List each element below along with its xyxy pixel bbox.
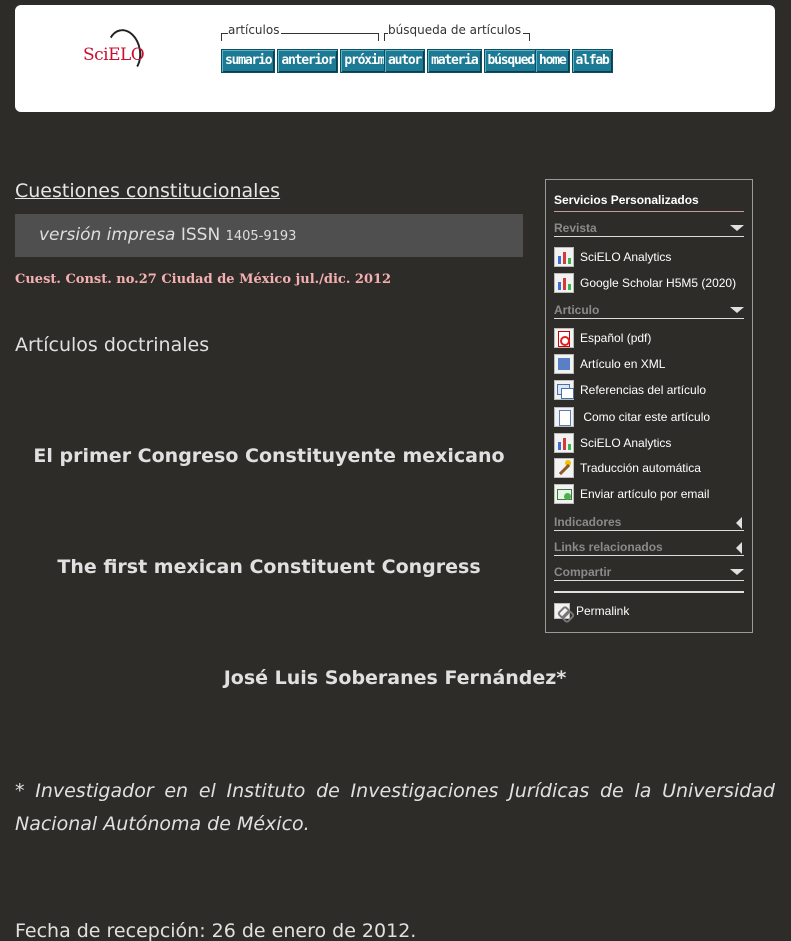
- journal-citation: Cuest. Const. no.27 Ciudad de México jul…: [15, 272, 392, 287]
- sidebar-item-google-scholar[interactable]: Google Scholar H5M5 (2020): [554, 273, 736, 293]
- sidebar-item-email[interactable]: Enviar artículo por email: [554, 484, 709, 504]
- article-title-es: El primer Congreso Constituyente mexican…: [33, 445, 505, 467]
- bar-chart-icon: [554, 247, 574, 267]
- link-icon: [554, 603, 570, 619]
- indicadores-heading-label: Indicadores: [554, 515, 622, 529]
- sidebar-item-scielo-analytics-articulo[interactable]: SciELO Analytics: [554, 433, 671, 453]
- received-date: Fecha de recepción: 26 de enero de 2012.: [15, 920, 417, 941]
- author-footnote: * Investigador en el Instituto de Invest…: [15, 780, 775, 835]
- compartir-heading-label: Compartir: [554, 565, 612, 579]
- home-button[interactable]: home: [535, 49, 570, 73]
- sidebar-item-cite[interactable]: Como citar este artículo: [554, 407, 710, 427]
- collapse-arrow-icon: [736, 542, 742, 554]
- issn-bar: versión impresa ISSN 1405-9193: [15, 214, 523, 257]
- sidebar-item-label: Enviar artículo por email: [580, 487, 710, 501]
- services-sidebar: Servicios Personalizados Revista SciELO …: [545, 179, 753, 633]
- sidebar-title-divider: [554, 211, 744, 212]
- document-icon: [554, 407, 574, 427]
- anterior-button[interactable]: anterior: [277, 49, 339, 73]
- section-heading: Artículos doctrinales: [15, 334, 210, 356]
- sidebar-item-scielo-analytics-revista[interactable]: SciELO Analytics: [554, 247, 671, 267]
- pdf-icon: [554, 328, 574, 348]
- xml-icon: [554, 354, 574, 374]
- sidebar-item-label: Google Scholar H5M5 (2020): [580, 276, 737, 290]
- sidebar-item-label: Traducción automática: [580, 461, 701, 475]
- chevron-down-icon: [730, 225, 744, 231]
- header-bar: SciELO artículos sumario anterior próxim…: [15, 5, 775, 112]
- links-heading[interactable]: Links relacionados: [554, 540, 744, 556]
- autor-button[interactable]: autor: [384, 49, 426, 73]
- sidebar-item-label: SciELO Analytics: [580, 436, 672, 450]
- chevron-down-icon: [730, 307, 744, 313]
- articulo-heading-label: Articulo: [554, 303, 600, 317]
- article-author: José Luis Soberanes Fernández*: [223, 667, 567, 689]
- journal-title-link[interactable]: Cuestiones constitucionales: [15, 180, 280, 202]
- materia-button[interactable]: materia: [427, 49, 482, 73]
- busqueda-label: búsqueda de artículos: [388, 23, 524, 37]
- sidebar-item-permalink[interactable]: Permalink: [554, 601, 629, 621]
- sidebar-item-label: Permalink: [576, 604, 630, 618]
- sidebar-item-label: Artículo en XML: [580, 357, 666, 371]
- revista-heading[interactable]: Revista: [554, 221, 744, 237]
- sumario-button[interactable]: sumario: [221, 49, 276, 73]
- sidebar-item-xml[interactable]: Artículo en XML: [554, 354, 665, 374]
- magic-wand-icon: [554, 458, 574, 478]
- indicadores-heading[interactable]: Indicadores: [554, 515, 744, 531]
- sidebar-item-label: Español (pdf): [580, 331, 652, 345]
- issn-edition: versión impresa: [39, 225, 176, 245]
- compartir-heading[interactable]: Compartir: [554, 565, 744, 581]
- bar-chart-icon: [554, 433, 574, 453]
- sidebar-item-pdf[interactable]: Español (pdf): [554, 328, 651, 348]
- revista-heading-label: Revista: [554, 221, 597, 235]
- chevron-down-icon: [730, 569, 744, 575]
- sidebar-item-label: Como citar este artículo: [580, 410, 711, 424]
- articulo-heading[interactable]: Articulo: [554, 303, 744, 319]
- article-title-en: The first mexican Constituent Congress: [57, 556, 481, 578]
- issn-number: 1405-9193: [225, 229, 297, 244]
- sidebar-item-label: SciELO Analytics: [580, 250, 672, 264]
- scielo-logo[interactable]: SciELO: [83, 23, 153, 81]
- sidebar-title: Servicios Personalizados: [554, 193, 699, 207]
- bar-chart-icon: [554, 273, 574, 293]
- links-heading-label: Links relacionados: [554, 540, 663, 554]
- sidebar-item-translation[interactable]: Traducción automática: [554, 458, 701, 478]
- sidebar-item-label: Referencias del artículo: [580, 383, 707, 397]
- collapse-arrow-icon: [736, 517, 742, 529]
- sidebar-item-references[interactable]: Referencias del artículo: [554, 380, 706, 400]
- articulos-label: artículos: [228, 23, 282, 37]
- email-icon: [554, 484, 574, 504]
- references-icon: [554, 380, 574, 400]
- alfab-button[interactable]: alfab: [571, 49, 613, 73]
- logo-text: SciELO: [83, 45, 145, 65]
- sidebar-divider: [554, 591, 744, 593]
- issn-label: ISSN: [180, 225, 221, 245]
